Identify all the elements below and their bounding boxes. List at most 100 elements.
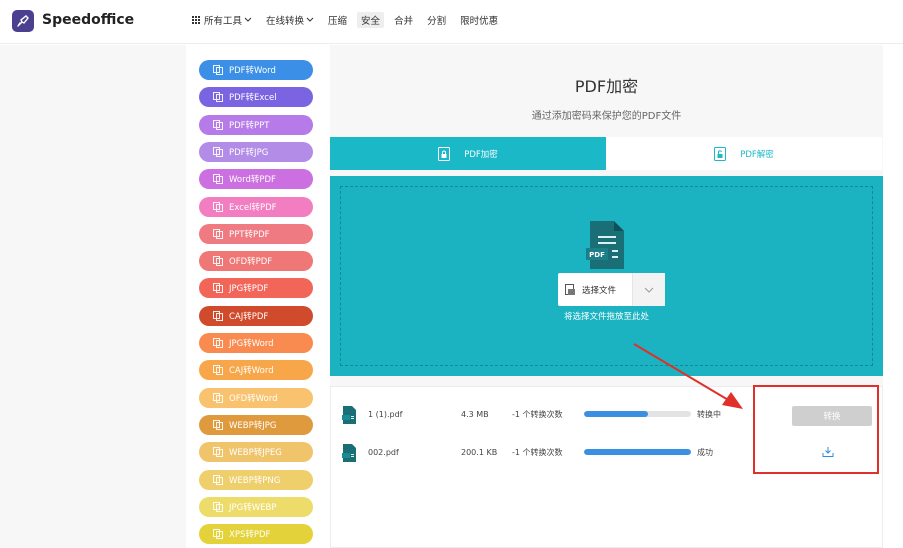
sidebar-item[interactable]: PDF转PPT <box>199 114 313 135</box>
page-title: PDF加密 <box>574 77 639 96</box>
convert-doc-icon <box>213 474 223 485</box>
sidebar-item[interactable]: PDF转Word <box>199 60 313 80</box>
page-subtitle: 通过添加密码来保护您的PDF文件 <box>531 111 682 122</box>
convert-doc-icon <box>213 338 223 348</box>
unlock-file-icon <box>714 146 727 161</box>
sidebar-item[interactable]: CAJ转Word <box>199 360 313 381</box>
nav-merge[interactable]: 合并 <box>390 12 417 28</box>
tab-label: PDF解密 <box>740 149 774 160</box>
nav-online-convert[interactable]: 在线转换 <box>262 12 318 28</box>
convert-doc-icon <box>213 228 223 239</box>
sidebar-item-label: OFD转PDF <box>229 257 273 268</box>
chevron-down-icon <box>644 287 654 293</box>
sidebar-item-label: CAJ转PDF <box>229 311 269 322</box>
sidebar-item[interactable]: OFD转Word <box>199 387 313 408</box>
nav-label: 在线转换 <box>266 16 305 27</box>
highlight-box <box>753 385 879 474</box>
file-quota: -1 个转换次数 <box>512 448 563 457</box>
pdf-icon-text: PDF <box>589 251 605 259</box>
file-upload-icon <box>565 283 575 295</box>
sidebar-item-label: PDF转PPT <box>229 120 270 131</box>
sidebar-item-label: Excel转PDF <box>229 202 277 213</box>
sidebar-item-label: XPS转PDF <box>229 530 271 541</box>
convert-doc-icon <box>213 65 223 75</box>
convert-doc-icon <box>213 92 223 103</box>
left-gutter <box>0 45 186 548</box>
nav-promo[interactable]: 限时优惠 <box>456 12 502 28</box>
convert-doc-icon <box>213 529 223 540</box>
convert-doc-icon <box>213 447 223 458</box>
convert-doc-icon <box>213 256 223 267</box>
convert-doc-icon <box>213 419 223 430</box>
sidebar-item[interactable]: WEBP转JPEG <box>199 442 313 463</box>
pdf-file-icon: PDF <box>586 221 624 269</box>
sidebar-item[interactable]: PDF转Excel <box>199 87 313 108</box>
sidebar-item[interactable]: Word转PDF <box>199 169 313 190</box>
progress-fill <box>584 411 649 417</box>
logo-icon[interactable] <box>12 10 34 32</box>
nav-security[interactable]: 安全 <box>357 12 385 28</box>
nav-label: 安全 <box>361 16 381 27</box>
sidebar-item[interactable]: JPG转WEBP <box>199 496 313 517</box>
convert-doc-icon <box>213 146 223 157</box>
convert-doc-icon <box>213 283 223 294</box>
sidebar-item-label: WEBP转JPEG <box>229 448 282 459</box>
file-name: 1 (1).pdf <box>368 410 403 419</box>
sidebar-item-label: JPG转Word <box>229 339 274 349</box>
file-size: 200.1 KB <box>461 448 498 457</box>
nav-label: 限时优惠 <box>460 16 499 27</box>
sidebar-item[interactable]: CAJ转PDF <box>199 305 313 326</box>
sidebar-item[interactable]: OFD转PDF <box>199 251 313 272</box>
sidebar-item-label: PDF转JPG <box>229 147 269 158</box>
sidebar-item-label: OFD转Word <box>229 393 278 404</box>
convert-doc-icon <box>213 174 223 185</box>
sidebar-item-label: JPG转WEBP <box>229 502 277 513</box>
progress-bar <box>584 449 691 455</box>
sidebar-item-label: PDF转Excel <box>229 93 277 104</box>
sidebar-item[interactable]: PPT转PDF <box>199 223 313 244</box>
sidebar-item[interactable]: JPG转Word <box>199 333 313 353</box>
sidebar-item-label: WEBP转PNG <box>229 475 281 486</box>
select-file-label: 选择文件 <box>582 285 617 296</box>
grid-icon <box>192 16 200 24</box>
convert-doc-icon <box>213 201 223 212</box>
progress-fill <box>584 449 691 455</box>
file-icon <box>342 444 356 462</box>
file-size: 4.3 MB <box>461 410 489 419</box>
select-file-button[interactable]: 选择文件 <box>558 273 665 306</box>
progress-bar <box>584 411 691 417</box>
convert-doc-icon <box>213 310 223 321</box>
sidebar-item-label: PDF转Word <box>229 66 276 76</box>
chevron-down-icon <box>306 17 314 22</box>
tab-pdf-decrypt[interactable]: PDF解密 <box>606 137 882 170</box>
sidebar-item[interactable]: JPG转PDF <box>199 278 313 299</box>
drop-hint: 将选择文件拖放至此处 <box>563 312 649 322</box>
nav-label: 所有工具 <box>204 16 243 27</box>
main-nav: 所有工具 在线转换 压缩 安全 合并 分割 限时优惠 <box>188 12 508 28</box>
nav-label: 合并 <box>394 16 414 27</box>
tab-label: PDF加密 <box>464 149 498 160</box>
nav-label: 压缩 <box>328 16 348 27</box>
tab-pdf-encrypt[interactable]: PDF加密 <box>330 137 606 170</box>
sidebar-item[interactable]: WEBP转JPG <box>199 414 313 435</box>
file-quota: -1 个转换次数 <box>512 410 563 419</box>
nav-all-tools[interactable]: 所有工具 <box>188 12 256 28</box>
sidebar-item-label: CAJ转Word <box>229 366 274 377</box>
convert-doc-icon <box>213 392 223 403</box>
sidebar-item[interactable]: XPS转PDF <box>199 524 313 545</box>
file-status: 转换中 <box>697 410 721 419</box>
nav-split[interactable]: 分割 <box>423 12 450 28</box>
brand-name[interactable]: Speedoffice <box>42 12 134 28</box>
lock-file-icon <box>438 146 451 161</box>
file-name: 002.pdf <box>368 448 399 457</box>
file-status: 成功 <box>697 448 713 457</box>
sidebar-item[interactable]: WEBP转PNG <box>199 469 313 490</box>
sidebar-item-label: PPT转PDF <box>229 229 270 240</box>
sidebar-item-label: JPG转PDF <box>229 284 269 295</box>
sidebar-item[interactable]: Excel转PDF <box>199 196 313 217</box>
sidebar-item[interactable]: PDF转JPG <box>199 141 313 162</box>
convert-doc-icon <box>213 365 223 376</box>
convert-doc-icon <box>213 119 223 130</box>
select-source-dropdown[interactable] <box>632 273 665 306</box>
nav-compress[interactable]: 压缩 <box>324 12 351 28</box>
